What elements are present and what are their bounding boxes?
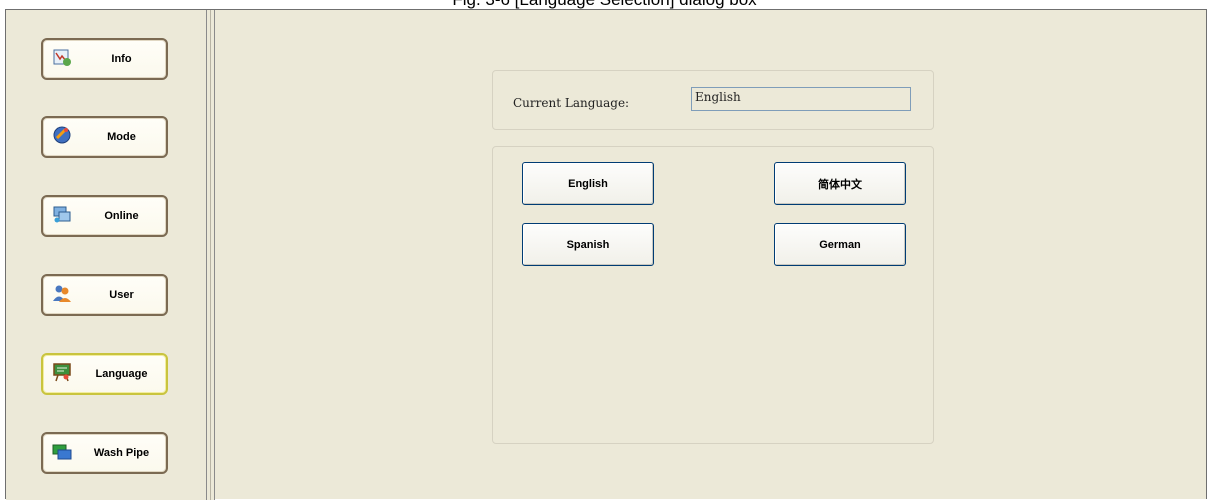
sidebar-item-language[interactable]: Language — [41, 353, 168, 395]
language-options-panel: English 简体中文 Spanish German — [492, 146, 934, 444]
sidebar-item-info[interactable]: Info — [41, 38, 168, 80]
online-icon — [52, 204, 72, 224]
sidebar-item-wash-pipe[interactable]: Wash Pipe — [41, 432, 168, 474]
mode-icon — [52, 125, 72, 145]
sidebar-item-label: Wash Pipe — [93, 447, 150, 459]
figure-caption: Fig. 3-6 [Language Selection] dialog box — [0, 0, 1209, 9]
current-language-label: Current Language: — [513, 96, 630, 110]
figure-caption-text: Fig. 3-6 [Language Selection] dialog box — [0, 0, 1209, 9]
language-button-english[interactable]: English — [522, 162, 654, 205]
language-button-german[interactable]: German — [774, 223, 906, 266]
language-button-chinese[interactable]: 简体中文 — [774, 162, 906, 205]
sidebar-item-user[interactable]: User — [41, 274, 168, 316]
sidebar-item-label: Language — [95, 368, 148, 380]
sidebar-item-label: User — [109, 289, 134, 301]
sidebar-item-label: Mode — [107, 131, 136, 143]
sidebar-item-label: Info — [111, 53, 132, 65]
sidebar-item-online[interactable]: Online — [41, 195, 168, 237]
wash-pipe-icon — [52, 441, 72, 461]
language-icon — [52, 362, 72, 382]
sidebar-item-label: Online — [104, 210, 139, 222]
app-window: Info Mode Online User Language Wash Pipe… — [5, 9, 1207, 500]
info-icon — [52, 47, 72, 67]
splitter[interactable] — [206, 10, 215, 500]
current-language-field: English — [691, 87, 911, 111]
current-language-panel: Current Language: English — [492, 70, 934, 130]
user-icon — [52, 283, 72, 303]
sidebar: Info Mode Online User Language Wash Pipe — [6, 10, 206, 500]
language-button-spanish[interactable]: Spanish — [522, 223, 654, 266]
sidebar-item-mode[interactable]: Mode — [41, 116, 168, 158]
